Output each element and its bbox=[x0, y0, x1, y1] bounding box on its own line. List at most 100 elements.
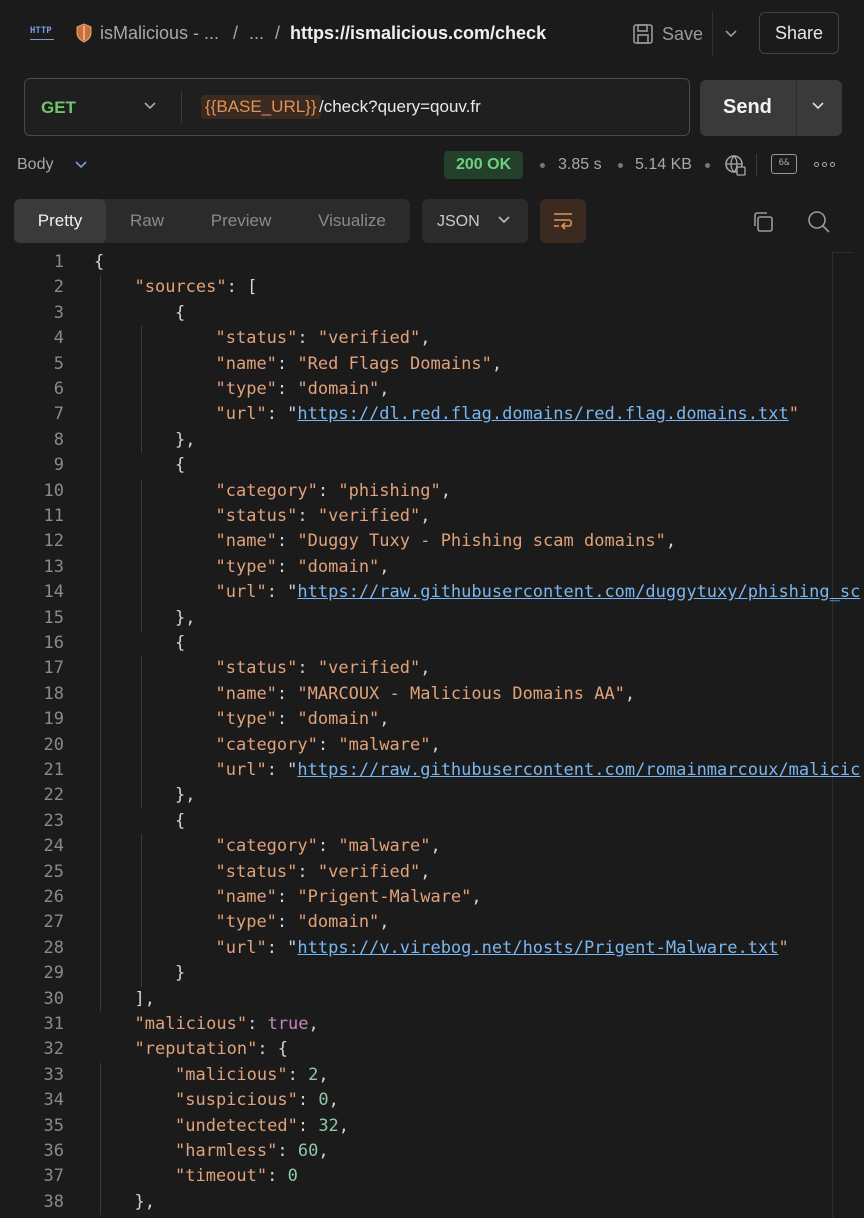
code-token: : bbox=[267, 1166, 288, 1187]
line-number: 20 bbox=[43, 734, 64, 755]
code-line: 36 "harmless": 60, bbox=[0, 1139, 864, 1164]
code-text: "name": "Red Flags Domains", bbox=[216, 352, 503, 377]
tab-pretty[interactable]: Pretty bbox=[14, 199, 106, 243]
code-token: "malware" bbox=[338, 836, 431, 857]
code-token: "status" bbox=[215, 506, 298, 526]
format-select[interactable]: JSON bbox=[422, 199, 528, 243]
http-request-icon: HTTP bbox=[30, 22, 58, 46]
code-text: "type": "domain", bbox=[216, 910, 390, 935]
code-text: "name": "Duggy Tuxy - Phishing scam doma… bbox=[216, 529, 677, 554]
chevron-down-icon[interactable] bbox=[810, 100, 826, 112]
code-token: "url" bbox=[215, 404, 267, 425]
code-token: : bbox=[297, 861, 318, 882]
code-line: 24 "category": "malware", bbox=[0, 834, 864, 859]
send-button[interactable]: Send bbox=[723, 96, 772, 119]
url-input[interactable]: /check?query=qouv.fr bbox=[319, 97, 481, 117]
response-size[interactable]: 5.14 KB bbox=[635, 156, 692, 174]
code-token: : " bbox=[266, 760, 298, 780]
more-options-icon[interactable] bbox=[814, 162, 835, 167]
response-body-viewer[interactable]: 1{2 "sources": [3{4 "status": "verified", 5… bbox=[0, 250, 864, 1217]
wrap-lines-button[interactable] bbox=[540, 199, 586, 243]
save-options-button[interactable] bbox=[712, 12, 749, 56]
tab-visualize[interactable]: Visualize bbox=[294, 199, 410, 243]
line-number: 15 bbox=[43, 607, 64, 628]
code-text: { bbox=[175, 301, 185, 326]
indent-guide bbox=[100, 275, 101, 1012]
search-icon[interactable] bbox=[807, 210, 831, 234]
share-button[interactable]: Share bbox=[759, 12, 839, 54]
breadcrumb-ellipsis[interactable]: ... bbox=[249, 23, 264, 44]
code-token: "phishing" bbox=[338, 480, 441, 501]
response-time[interactable]: 3.85 s bbox=[558, 156, 602, 174]
code-line: 18 "name": "MARCOUX - Malicious Domains A… bbox=[0, 682, 864, 707]
chevron-down-icon[interactable] bbox=[143, 101, 157, 111]
line-number: 8 bbox=[53, 429, 64, 450]
chevron-down-icon bbox=[498, 216, 510, 224]
code-text: "harmless": 60, bbox=[175, 1139, 329, 1164]
code-token: "domain" bbox=[297, 709, 380, 730]
cookies-icon[interactable]: 6& bbox=[771, 154, 797, 174]
copy-icon[interactable] bbox=[752, 211, 774, 233]
code-text: "suspicious": 0, bbox=[175, 1088, 339, 1113]
breadcrumb-collection[interactable]: isMalicious - ... bbox=[100, 23, 219, 44]
code-text: "status": "verified", bbox=[216, 656, 431, 681]
code-token: "status" bbox=[215, 658, 298, 679]
method-select[interactable]: GET bbox=[41, 98, 76, 118]
code-line: 25 "status": "verified", bbox=[0, 860, 864, 885]
code-text: "name": "Prigent-Malware", bbox=[216, 885, 482, 910]
line-number: 23 bbox=[43, 810, 64, 831]
code-token: , bbox=[308, 1014, 319, 1034]
network-globe-icon[interactable] bbox=[724, 154, 746, 176]
url-link[interactable]: https://v.virebog.net/hosts/Prigent-Malw… bbox=[297, 938, 778, 958]
line-number: 4 bbox=[53, 328, 64, 349]
code-token: " bbox=[788, 404, 799, 425]
response-section-select[interactable]: Body bbox=[17, 156, 53, 174]
format-label: JSON bbox=[437, 213, 480, 230]
code-token: : bbox=[276, 556, 298, 577]
divider bbox=[181, 91, 182, 123]
chevron-down-icon[interactable] bbox=[74, 160, 88, 170]
url-variable[interactable]: {{BASE_URL}} bbox=[201, 95, 321, 119]
code-token: "sources" bbox=[134, 277, 227, 298]
indent-guide bbox=[140, 326, 142, 454]
save-label: Save bbox=[662, 23, 704, 44]
code-token: , bbox=[318, 1141, 329, 1161]
line-number: 14 bbox=[43, 582, 64, 603]
request-url-bar[interactable]: GET {{BASE_URL}} /check?query=qouv.fr bbox=[24, 78, 690, 136]
indent-guide bbox=[140, 834, 142, 987]
code-token: , bbox=[440, 480, 451, 501]
line-number: 31 bbox=[43, 1014, 64, 1034]
line-number: 7 bbox=[53, 404, 64, 425]
line-number: 32 bbox=[43, 1039, 64, 1060]
separator-dot bbox=[705, 163, 710, 168]
code-token: "reputation" bbox=[134, 1039, 258, 1060]
code-text: { bbox=[94, 250, 104, 275]
code-token: , bbox=[665, 531, 677, 552]
code-line: 5 "name": "Red Flags Domains", bbox=[0, 352, 864, 377]
line-number: 26 bbox=[43, 887, 64, 907]
code-token: : bbox=[277, 1141, 298, 1161]
code-token: : bbox=[276, 531, 298, 552]
indent-guide bbox=[100, 1062, 101, 1216]
code-token: " bbox=[778, 937, 789, 958]
code-token: "url" bbox=[215, 937, 267, 958]
code-token: "domain" bbox=[297, 556, 380, 577]
divider bbox=[796, 80, 797, 136]
save-button[interactable]: Save bbox=[632, 20, 703, 48]
code-token: , bbox=[420, 861, 431, 882]
code-token: { bbox=[175, 810, 186, 831]
code-token: , bbox=[328, 1090, 339, 1111]
code-token: }, bbox=[175, 607, 196, 628]
code-line: 6 "type": "domain", bbox=[0, 377, 864, 402]
code-token: : [ bbox=[226, 277, 258, 298]
code-line: 31 "malicious": true, bbox=[0, 1012, 864, 1037]
line-number: 5 bbox=[53, 353, 64, 374]
url-link[interactable]: https://raw.githubusercontent.com/romain… bbox=[297, 760, 860, 780]
code-token: "suspicious" bbox=[175, 1090, 298, 1111]
send-button-group[interactable]: Send bbox=[700, 80, 842, 136]
url-link[interactable]: https://raw.githubusercontent.com/duggyt… bbox=[297, 582, 860, 602]
tab-raw[interactable]: Raw bbox=[106, 199, 188, 243]
url-link[interactable]: https://dl.red.flag.domains/red.flag.dom… bbox=[297, 404, 788, 424]
tab-preview[interactable]: Preview bbox=[188, 199, 294, 243]
code-line: 8}, bbox=[0, 428, 864, 453]
